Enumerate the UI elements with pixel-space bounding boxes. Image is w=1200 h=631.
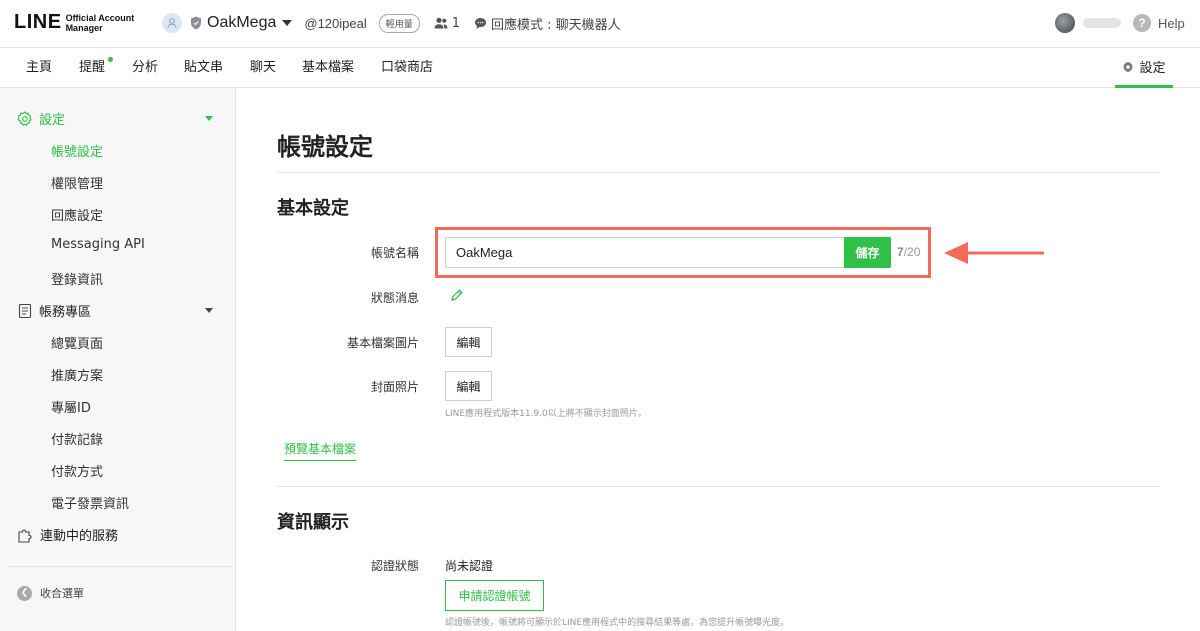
sidebar-item-payment-method[interactable]: 付款方式 [51, 461, 103, 480]
cover-photo-hint: LINE應用程式版本11.9.0以上將不顯示封面照片。 [445, 409, 647, 419]
nav-settings-label: 設定 [1139, 61, 1166, 76]
collapse-menu-label: 收合選單 [40, 587, 84, 600]
divider [277, 172, 1160, 173]
user-name-blurred [1083, 18, 1121, 28]
shield-icon [191, 16, 201, 30]
sidebar-group-linked-services-label: 連動中的服務 [40, 529, 119, 544]
nav-settings[interactable]: 設定 [1115, 48, 1173, 88]
apply-verification-button[interactable]: 申請認證帳號 [445, 580, 544, 611]
basic-settings-heading: 基本設定 [277, 198, 349, 219]
nav-reminders[interactable]: 提醒 [79, 48, 105, 88]
logo-subtitle-line-2: Manager [65, 22, 103, 33]
nav-chat[interactable]: 聊天 [250, 48, 276, 88]
sidebar-group-settings-label: 設定 [39, 113, 66, 128]
receipt-icon [18, 303, 32, 318]
friends-count[interactable]: 1 [434, 16, 460, 31]
sidebar-item-response-settings[interactable]: 回應設定 [51, 205, 103, 224]
line-oa-manager-logo[interactable]: LINE Official Account Manager [14, 11, 134, 34]
nav-analytics[interactable]: 分析 [132, 48, 158, 88]
cover-photo-label: 封面照片 [370, 380, 419, 394]
verification-status-value: 尚未認證 [445, 559, 494, 573]
page-title: 帳號設定 [277, 133, 373, 161]
logo-subtitle-line-1: Official Account [65, 12, 135, 23]
top-header: LINE Official Account Manager OakMega @1… [0, 0, 1200, 48]
chevron-left-icon: ❮ [17, 585, 32, 601]
edit-profile-image-button[interactable]: 編輯 [445, 327, 492, 357]
sidebar-item-overview[interactable]: 總覽頁面 [51, 333, 103, 352]
person-icon [167, 18, 177, 29]
pencil-icon[interactable] [450, 288, 464, 302]
chevron-down-icon[interactable] [205, 116, 213, 121]
gear-icon [1123, 61, 1134, 72]
logo-subtitle: Official Account Manager [66, 13, 135, 33]
account-avatar [162, 13, 182, 33]
sidebar-group-linked-services[interactable]: 連動中的服務 [17, 525, 118, 544]
info-display-heading: 資訊顯示 [277, 512, 349, 533]
account-switcher[interactable]: OakMega @120ipeal 輕用量 1 回應模式 : 聊天機器人 [162, 13, 621, 33]
plan-badge: 輕用量 [378, 13, 420, 33]
account-name: OakMega [207, 14, 277, 31]
verification-hint: 認證帳號後，帳號將可顯示於LINE應用程式中的搜尋結果等處，為您提升帳號曝光度。 [445, 618, 790, 628]
chevron-down-icon [282, 20, 293, 26]
logo-wordmark: LINE [14, 11, 62, 33]
puzzle-icon [18, 528, 32, 543]
help-label: Help [1158, 15, 1185, 31]
collapse-menu-button[interactable]: ❮ 收合選單 [17, 585, 84, 601]
response-mode-label: 回應模式 : 聊天機器人 [491, 17, 621, 33]
sidebar-item-permissions[interactable]: 權限管理 [51, 173, 103, 192]
sidebar: 設定 帳號設定 權限管理 回應設定 Messaging API 登錄資訊 帳務專… [0, 88, 236, 631]
preview-profile-link[interactable]: 預覽基本檔案 [284, 440, 357, 461]
main-nav: 主頁 提醒 分析 貼文串 聊天 基本檔案 口袋商店 設定 [0, 48, 1200, 88]
sidebar-group-settings[interactable]: 設定 [17, 109, 65, 128]
nav-pocket-shop[interactable]: 口袋商店 [381, 48, 433, 88]
divider [277, 486, 1160, 487]
verification-status-label: 認證狀態 [370, 559, 419, 573]
profile-image-label: 基本檔案圖片 [346, 336, 419, 350]
sidebar-divider [8, 566, 232, 567]
main-content: 帳號設定 基本設定 帳號名稱 OakMega 儲存 7/20 狀態消息 基本檔案… [236, 88, 1200, 631]
sidebar-item-plans[interactable]: 推廣方案 [51, 365, 103, 384]
sidebar-item-account-settings[interactable]: 帳號設定 [51, 141, 103, 160]
chat-bubble-icon [475, 17, 487, 29]
nav-profile[interactable]: 基本檔案 [302, 48, 354, 88]
friends-count-value: 1 [451, 15, 461, 31]
edit-cover-photo-button[interactable]: 編輯 [445, 371, 492, 401]
sidebar-item-e-invoice[interactable]: 電子發票資訊 [51, 493, 129, 512]
sidebar-item-registration-info[interactable]: 登錄資訊 [51, 269, 103, 288]
nav-home[interactable]: 主頁 [26, 48, 52, 88]
status-message-label: 狀態消息 [370, 291, 419, 305]
sidebar-group-billing[interactable]: 帳務專區 [17, 301, 91, 320]
gear-icon [17, 110, 32, 126]
highlight-box [435, 227, 931, 278]
arrow-left-icon [944, 242, 1044, 264]
chevron-down-icon[interactable] [205, 308, 213, 313]
account-name-label: 帳號名稱 [370, 246, 419, 260]
help-link[interactable]: ? Help [1133, 14, 1185, 32]
notification-dot [108, 57, 113, 62]
question-icon: ? [1133, 14, 1151, 32]
sidebar-item-premium-id[interactable]: 專屬ID [51, 397, 91, 416]
sidebar-group-billing-label: 帳務專區 [39, 305, 92, 320]
nav-timeline[interactable]: 貼文串 [184, 48, 223, 88]
sidebar-item-payment-history[interactable]: 付款記錄 [51, 429, 103, 448]
user-avatar[interactable] [1055, 13, 1075, 33]
sidebar-item-messaging-api[interactable]: Messaging API [51, 237, 145, 252]
response-mode[interactable]: 回應模式 : 聊天機器人 [474, 14, 621, 33]
account-id: @120ipeal [304, 15, 367, 31]
friends-icon [434, 17, 448, 29]
